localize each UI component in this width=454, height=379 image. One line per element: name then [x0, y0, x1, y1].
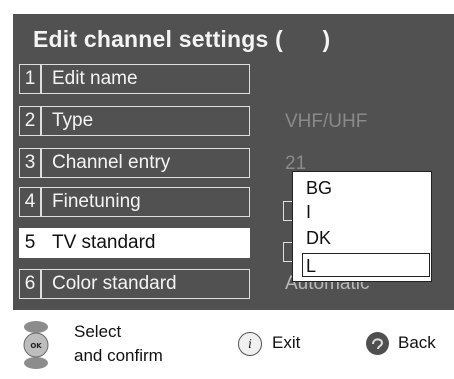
- dropdown-option-l[interactable]: L: [302, 253, 430, 277]
- menu-item-number: 4: [19, 187, 41, 217]
- menu-item-label: TV standard: [41, 228, 250, 258]
- menu-item-number: 3: [19, 148, 41, 178]
- page-title: Edit channel settings ( ): [33, 26, 331, 52]
- ok-navigation-cluster-icon: OK: [18, 318, 54, 372]
- menu-item-label: Finetuning: [41, 187, 250, 217]
- menu-item-label: Type: [41, 106, 250, 136]
- svg-text:OK: OK: [30, 342, 42, 350]
- menu-item-label: Channel entry: [41, 148, 250, 178]
- menu-item-number: 1: [19, 64, 41, 94]
- dropdown-option-bg[interactable]: BG: [303, 176, 429, 200]
- select-hint-line1: Select: [74, 322, 122, 341]
- tv-standard-dropdown[interactable]: BG I DK L: [292, 171, 432, 282]
- menu-item-label: Color standard: [41, 269, 250, 299]
- menu-item-number: 6: [19, 269, 41, 299]
- dropdown-option-i[interactable]: I: [303, 200, 429, 224]
- back-button-icon[interactable]: [366, 332, 389, 355]
- back-label: Back: [398, 333, 436, 352]
- menu-item-number: 5: [19, 228, 41, 258]
- dropdown-option-dk[interactable]: DK: [303, 226, 429, 250]
- menu-item-label: Edit name: [41, 64, 250, 94]
- type-value: VHF/UHF: [285, 111, 368, 132]
- select-hint-line2: and confirm: [74, 346, 163, 365]
- exit-label: Exit: [272, 333, 301, 352]
- footer-bar: OK Select and confirm i Exit Back: [0, 310, 454, 379]
- menu-item-number: 2: [19, 106, 41, 136]
- info-button-icon[interactable]: i: [238, 332, 262, 356]
- osd-screen: Edit channel settings ( ) 1 Edit name 2 …: [13, 14, 454, 310]
